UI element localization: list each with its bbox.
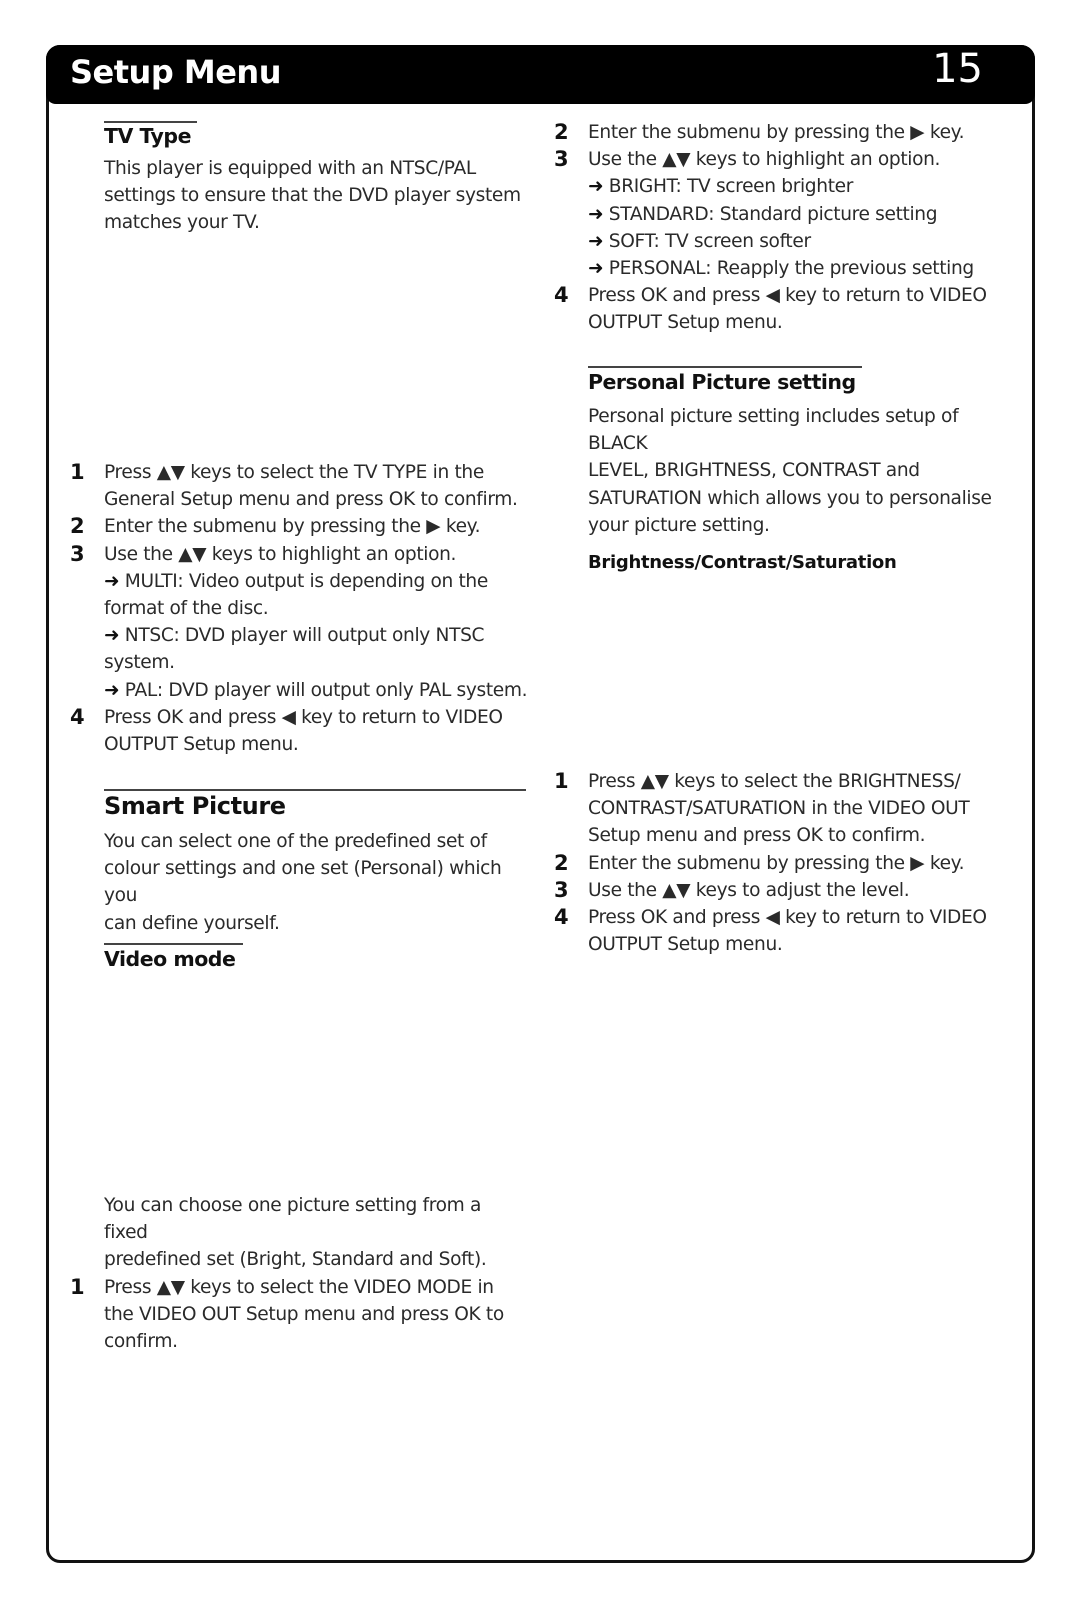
step-number: 2: [554, 120, 569, 144]
step-item: 1 Press ▲▼ keys to select the TV TYPE in…: [70, 459, 530, 513]
step-text: Press ▲▼ keys to select the TV TYPE in t…: [104, 462, 484, 483]
step-number: 3: [554, 147, 569, 172]
step-item: 1 Press ▲▼ keys to select the VIDEO MODE…: [70, 1274, 530, 1356]
step-item: 3 Use the ▲▼ keys to highlight an option…: [70, 541, 530, 568]
step-item: 3 Use the ▲▼ keys to adjust the level.: [554, 877, 1014, 904]
step-text: Use the ▲▼ keys to adjust the level.: [588, 879, 910, 901]
tv-type-steps: 1 Press ▲▼ keys to select the TV TYPE in…: [70, 459, 530, 758]
step-text: Use the ▲▼ keys to highlight an option.: [104, 543, 457, 565]
step-text: Press ▲▼ keys to select the VIDEO MODE i…: [104, 1276, 494, 1298]
step-number: 1: [70, 460, 85, 484]
personal-picture-intro-line: LEVEL, BRIGHTNESS, CONTRAST and: [588, 460, 920, 482]
step-text: the VIDEO OUT Setup menu and press OK to: [104, 1303, 504, 1325]
step-number: 3: [70, 541, 85, 566]
step-text: Press ▲▼ keys to select the BRIGHTNESS/: [588, 771, 961, 792]
option-text: MULTI: Video output is depending on the: [124, 570, 489, 592]
tv-type-intro-line: This player is equipped with an NTSC/PAL: [104, 158, 476, 179]
step-text: CONTRAST/SATURATION in the VIDEO OUT: [588, 798, 970, 820]
subheading-brightness-contrast-saturation: Brightness/Contrast/Saturation: [588, 552, 897, 574]
step-number: 2: [70, 514, 85, 539]
personal-picture-intro-line: your picture setting.: [588, 514, 770, 536]
option-text: STANDARD: Standard picture setting: [608, 203, 938, 225]
video-mode-intro-line: You can choose one picture setting from …: [104, 1195, 482, 1244]
personal-picture-intro-line: SATURATION which allows you to personali…: [588, 487, 992, 509]
smart-picture-intro-line: colour settings and one set (Personal) w…: [104, 858, 502, 907]
personal-picture-steps: 1 Press ▲▼ keys to select the BRIGHTNESS…: [554, 768, 1014, 958]
option-item: ➜ STANDARD: Standard picture setting: [554, 201, 1014, 228]
arrow-right-icon: ➜: [588, 258, 604, 280]
step-text: Enter the submenu by pressing the ▶ key.: [588, 122, 965, 143]
arrow-right-icon: ➜: [588, 203, 604, 225]
step-item: 1 Press ▲▼ keys to select the BRIGHTNESS…: [554, 768, 1014, 850]
page-number: 15: [932, 46, 983, 92]
page-header: Setup Menu 15: [46, 45, 1035, 104]
smart-picture-intro-line: You can select one of the predefined set…: [104, 831, 487, 852]
step-item: 3 Use the ▲▼ keys to highlight an option…: [554, 146, 1014, 173]
step-text: Setup menu and press OK to confirm.: [588, 825, 926, 847]
step-text: OUTPUT Setup menu.: [588, 934, 783, 956]
step-number: 1: [70, 1274, 85, 1299]
step-number: 1: [554, 769, 569, 793]
step-number: 3: [554, 877, 569, 902]
smart-picture-section: Smart Picture You can select one of the …: [70, 789, 530, 937]
step-text: OUTPUT Setup menu.: [104, 734, 299, 756]
section-heading-personal-picture: Personal Picture setting: [588, 370, 856, 394]
step-item: 2 Enter the submenu by pressing the ▶ ke…: [554, 850, 1014, 877]
section-heading-smart-picture: Smart Picture: [104, 792, 286, 820]
option-item: ➜ BRIGHT: TV screen brighter: [554, 173, 1014, 200]
step-item: 4 Press OK and press ◀ key to return to …: [70, 704, 530, 758]
arrow-right-icon: ➜: [104, 679, 120, 701]
step-item: 2 Enter the submenu by pressing the ▶ ke…: [554, 119, 1014, 146]
section-heading-video-mode: Video mode: [104, 947, 236, 971]
step-text: General Setup menu and press OK to confi…: [104, 489, 518, 511]
arrow-right-icon: ➜: [588, 230, 604, 252]
step-number: 4: [554, 283, 569, 308]
smart-picture-intro-line: can define yourself.: [104, 912, 280, 934]
tv-type-intro-line: settings to ensure that the DVD player s…: [104, 185, 521, 207]
step-text: OUTPUT Setup menu.: [588, 312, 783, 334]
option-item: ➜ PERSONAL: Reapply the previous setting: [554, 255, 1014, 282]
arrow-right-icon: ➜: [104, 625, 120, 647]
step-item: 2 Enter the submenu by pressing the ▶ ke…: [70, 513, 530, 540]
arrow-right-icon: ➜: [104, 570, 120, 592]
video-mode-intro-line: predefined set (Bright, Standard and Sof…: [104, 1249, 487, 1271]
option-item: ➜ SOFT: TV screen softer: [554, 228, 1014, 255]
option-item: ➜ NTSC: DVD player will output only NTSC: [70, 622, 530, 649]
option-text: NTSC: DVD player will output only NTSC: [124, 625, 485, 647]
option-item: ➜ MULTI: Video output is depending on th…: [70, 568, 530, 595]
step-text: Enter the submenu by pressing the ▶ key.: [104, 516, 481, 538]
option-text: SOFT: TV screen softer: [608, 230, 811, 252]
option-text-cont: format of the disc.: [104, 598, 269, 620]
option-item: ➜ PAL: DVD player will output only PAL s…: [70, 677, 530, 704]
step-text: Press OK and press ◀ key to return to VI…: [588, 285, 987, 307]
tv-type-section: TV Type This player is equipped with an …: [70, 121, 530, 237]
step-item: 4 Press OK and press ◀ key to return to …: [554, 282, 1014, 336]
step-text: Press OK and press ◀ key to return to VI…: [104, 706, 503, 728]
video-mode-steps-cont: 2 Enter the submenu by pressing the ▶ ke…: [554, 119, 1014, 337]
step-number: 4: [70, 704, 85, 729]
option-text-cont: system.: [104, 652, 175, 674]
option-text: BRIGHT: TV screen brighter: [608, 176, 854, 198]
personal-picture-intro-line: Personal picture setting includes setup …: [588, 406, 959, 455]
step-number: 2: [554, 850, 569, 875]
page-title: Setup Menu: [70, 53, 281, 91]
section-heading-tv-type: TV Type: [104, 124, 191, 148]
step-item: 4 Press OK and press ◀ key to return to …: [554, 904, 1014, 958]
video-mode-content: You can choose one picture setting from …: [70, 1192, 530, 1355]
tv-type-intro-line: matches your TV.: [104, 212, 260, 234]
step-text: confirm.: [104, 1331, 178, 1353]
option-text: PERSONAL: Reapply the previous setting: [608, 258, 974, 280]
arrow-right-icon: ➜: [588, 176, 604, 198]
video-mode-section: Video mode: [70, 943, 530, 973]
step-text: Press OK and press ◀ key to return to VI…: [588, 907, 987, 929]
personal-picture-section: Personal Picture setting Personal pictur…: [554, 366, 1014, 576]
step-number: 4: [554, 905, 569, 930]
option-text: PAL: DVD player will output only PAL sys…: [124, 679, 528, 701]
step-text: Enter the submenu by pressing the ▶ key.: [588, 852, 965, 874]
step-text: Use the ▲▼ keys to highlight an option.: [588, 149, 941, 171]
